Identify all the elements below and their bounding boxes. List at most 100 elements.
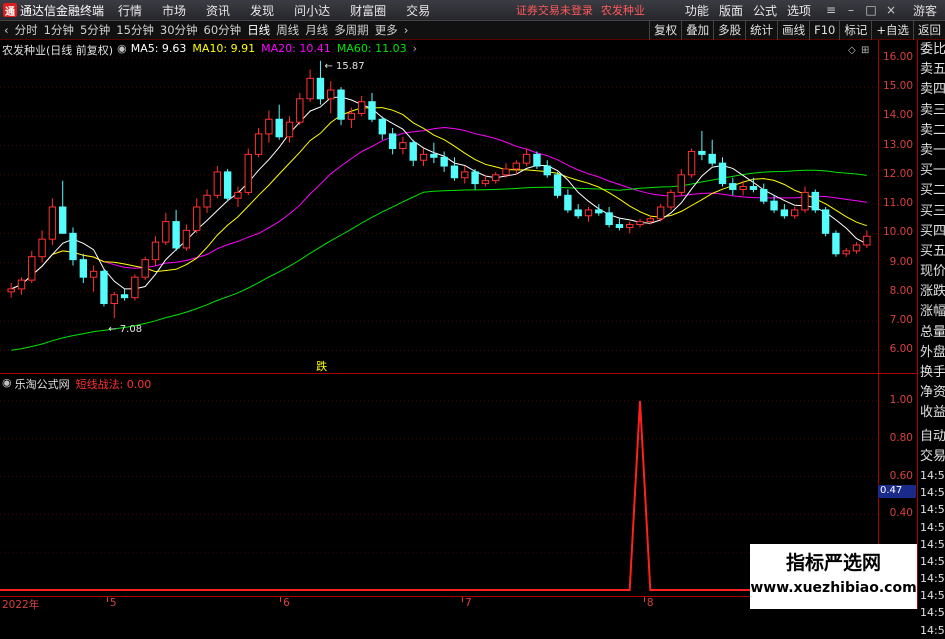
guest-user[interactable]: 游客: [913, 2, 937, 19]
side-panel-item[interactable]: 买五: [918, 242, 945, 262]
menu-news[interactable]: 资讯: [206, 2, 230, 19]
tab-monthly[interactable]: 月线: [305, 22, 328, 38]
date-tick-label: 5: [109, 597, 117, 609]
menu-icon[interactable]: ≡: [821, 3, 841, 17]
menu-wealth[interactable]: 财富圈: [350, 2, 386, 19]
pane-separator[interactable]: [0, 373, 917, 374]
tab-intraday[interactable]: 分时: [15, 22, 38, 38]
side-panel-item[interactable]: 买一: [918, 161, 945, 181]
side-panel-item[interactable]: 总量: [918, 323, 945, 343]
tool-multi-stock[interactable]: 多股: [713, 21, 745, 40]
chart-title: 农发种业(日线 前复权): [2, 44, 114, 57]
tab-1min[interactable]: 1分钟: [44, 22, 74, 38]
tool-statistics[interactable]: 统计: [745, 21, 777, 40]
menu-quotes[interactable]: 行情: [118, 2, 142, 19]
price-tick-label: 14.00: [882, 109, 913, 122]
candle: [595, 204, 603, 216]
side-panel-item[interactable]: 卖五: [918, 60, 945, 80]
menu-function[interactable]: 功能: [685, 2, 709, 19]
candle: [667, 189, 675, 210]
candlestick-chart[interactable]: ← 15.87 ← 7.08 跌 ◇ ⊞: [0, 40, 878, 373]
candle: [69, 227, 77, 266]
candle-body: [667, 191, 675, 208]
candle-body: [821, 209, 830, 234]
menu-layout[interactable]: 版面: [719, 2, 743, 19]
candle-body: [564, 194, 572, 211]
side-panel-item[interactable]: 外盘: [918, 343, 945, 363]
candle-body: [141, 259, 149, 278]
menu-trade[interactable]: 交易: [406, 2, 430, 19]
candle-body: [450, 165, 459, 179]
side-panel-item[interactable]: 买三: [918, 202, 945, 222]
toolbar-back-icon[interactable]: ‹: [4, 23, 9, 37]
auto-trade-label[interactable]: 自动: [918, 427, 945, 447]
candle: [337, 87, 345, 126]
side-panel-item[interactable]: 现价: [918, 262, 945, 282]
tool-f10[interactable]: F10: [809, 21, 839, 40]
side-panel-item[interactable]: 委比: [918, 40, 945, 60]
side-panel-item[interactable]: 收益: [918, 403, 945, 423]
tool-draw-line[interactable]: 画线: [777, 21, 809, 40]
tool-return[interactable]: 返回: [913, 21, 945, 40]
auto-trade-label[interactable]: 交易: [918, 447, 945, 467]
candle-body: [780, 209, 789, 217]
tab-more[interactable]: 更多: [375, 22, 398, 38]
menu-options[interactable]: 选项: [787, 2, 811, 19]
side-panel-item[interactable]: 净资: [918, 383, 945, 403]
menu-discover[interactable]: 发现: [250, 2, 274, 19]
indicator-tick-label: 0.40: [889, 507, 913, 520]
tool-overlay[interactable]: 叠加: [681, 21, 713, 40]
side-panel-item[interactable]: 买二: [918, 181, 945, 201]
menu-market[interactable]: 市场: [162, 2, 186, 19]
settings-circle-icon[interactable]: ◉: [117, 42, 127, 58]
side-panel-item[interactable]: 涨跌: [918, 282, 945, 302]
minimize-icon[interactable]: –: [841, 3, 861, 17]
side-panel-item[interactable]: 卖二: [918, 121, 945, 141]
side-panel-item[interactable]: 卖三: [918, 101, 945, 121]
tool-add-watchlist[interactable]: +自选: [871, 21, 913, 40]
tick-time: 14:56: [920, 537, 945, 551]
candle: [223, 168, 232, 202]
date-tick-mark: [106, 597, 108, 602]
candle-body: [533, 153, 541, 167]
indicator-settings-icon[interactable]: ◉: [2, 376, 12, 392]
candle-body: [852, 244, 861, 252]
side-panel-item[interactable]: 买四: [918, 222, 945, 242]
menu-ask[interactable]: 问小达: [294, 2, 330, 19]
candle: [203, 189, 211, 213]
tick-time: 14:56: [920, 623, 945, 637]
candle: [522, 148, 531, 167]
candle-body: [357, 101, 366, 114]
candle: [760, 183, 768, 205]
more-chevron-icon[interactable]: ›: [404, 23, 409, 37]
tool-adjust[interactable]: 复权: [649, 21, 681, 40]
candle-body: [265, 118, 273, 135]
quote-side-panel: 委比 卖五 卖四 卖三 卖二 卖一 买一 买二 买三 买四 买五 现价 涨跌 涨幅 总量 外盘 换手 净资 收益 自…: [917, 40, 945, 637]
tab-daily[interactable]: 日线: [247, 22, 270, 38]
candle: [626, 221, 634, 234]
side-panel-item[interactable]: 换手: [918, 363, 945, 383]
candle-body: [399, 142, 407, 150]
side-panel-item[interactable]: 卖四: [918, 80, 945, 100]
tab-weekly[interactable]: 周线: [276, 22, 299, 38]
tab-15min[interactable]: 15分钟: [116, 22, 154, 38]
close-icon[interactable]: ×: [881, 3, 901, 17]
candle-body: [368, 101, 376, 120]
tab-5min[interactable]: 5分钟: [80, 22, 110, 38]
side-panel-item[interactable]: 卖一: [918, 141, 945, 161]
login-status[interactable]: 证券交易未登录: [516, 2, 593, 18]
candle: [38, 230, 46, 263]
ma10-line: [11, 107, 867, 290]
tool-mark[interactable]: 标记: [839, 21, 871, 40]
maximize-icon[interactable]: □: [861, 3, 881, 17]
tab-30min[interactable]: 30分钟: [160, 22, 198, 38]
chevron-right-icon[interactable]: ›: [413, 42, 417, 58]
candle: [275, 104, 283, 140]
menu-formula[interactable]: 公式: [753, 2, 777, 19]
side-panel-item[interactable]: 涨幅: [918, 302, 945, 322]
date-tick-label: 7: [464, 597, 472, 609]
indicator-chart[interactable]: [0, 374, 878, 596]
tab-60min[interactable]: 60分钟: [204, 22, 242, 38]
tab-multi-period[interactable]: 多周期: [334, 22, 369, 38]
candle-body: [677, 174, 685, 193]
